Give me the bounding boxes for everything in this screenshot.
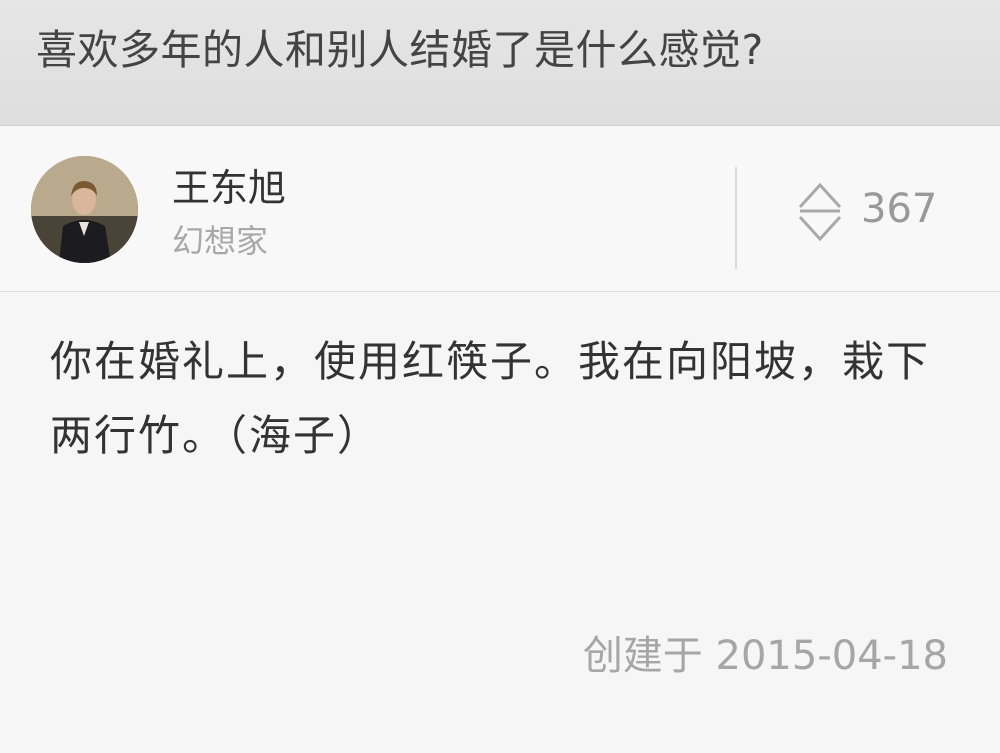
- vote-button[interactable]: 367: [796, 175, 956, 247]
- author-bio: 幻想家: [172, 222, 269, 260]
- question-title[interactable]: 喜欢多年的人和别人结婚了是什么感觉?: [36, 22, 764, 78]
- created-date: 创建于 2015-04-18: [582, 633, 948, 679]
- question-header: 喜欢多年的人和别人结婚了是什么感觉?: [0, 0, 1000, 126]
- vote-count: 367: [861, 186, 938, 232]
- answer-text: 你在婚礼上，使用红筷子。我在向阳坡，栽下两行竹。（海子）: [50, 337, 931, 460]
- avatar[interactable]: [31, 156, 138, 263]
- vertical-divider: [735, 167, 737, 269]
- avatar-photo-icon: [31, 156, 138, 263]
- author-row: 王东旭 幻想家 367: [0, 127, 1000, 292]
- author-name[interactable]: 王东旭: [172, 165, 286, 211]
- up-down-vote-icon: [798, 182, 842, 242]
